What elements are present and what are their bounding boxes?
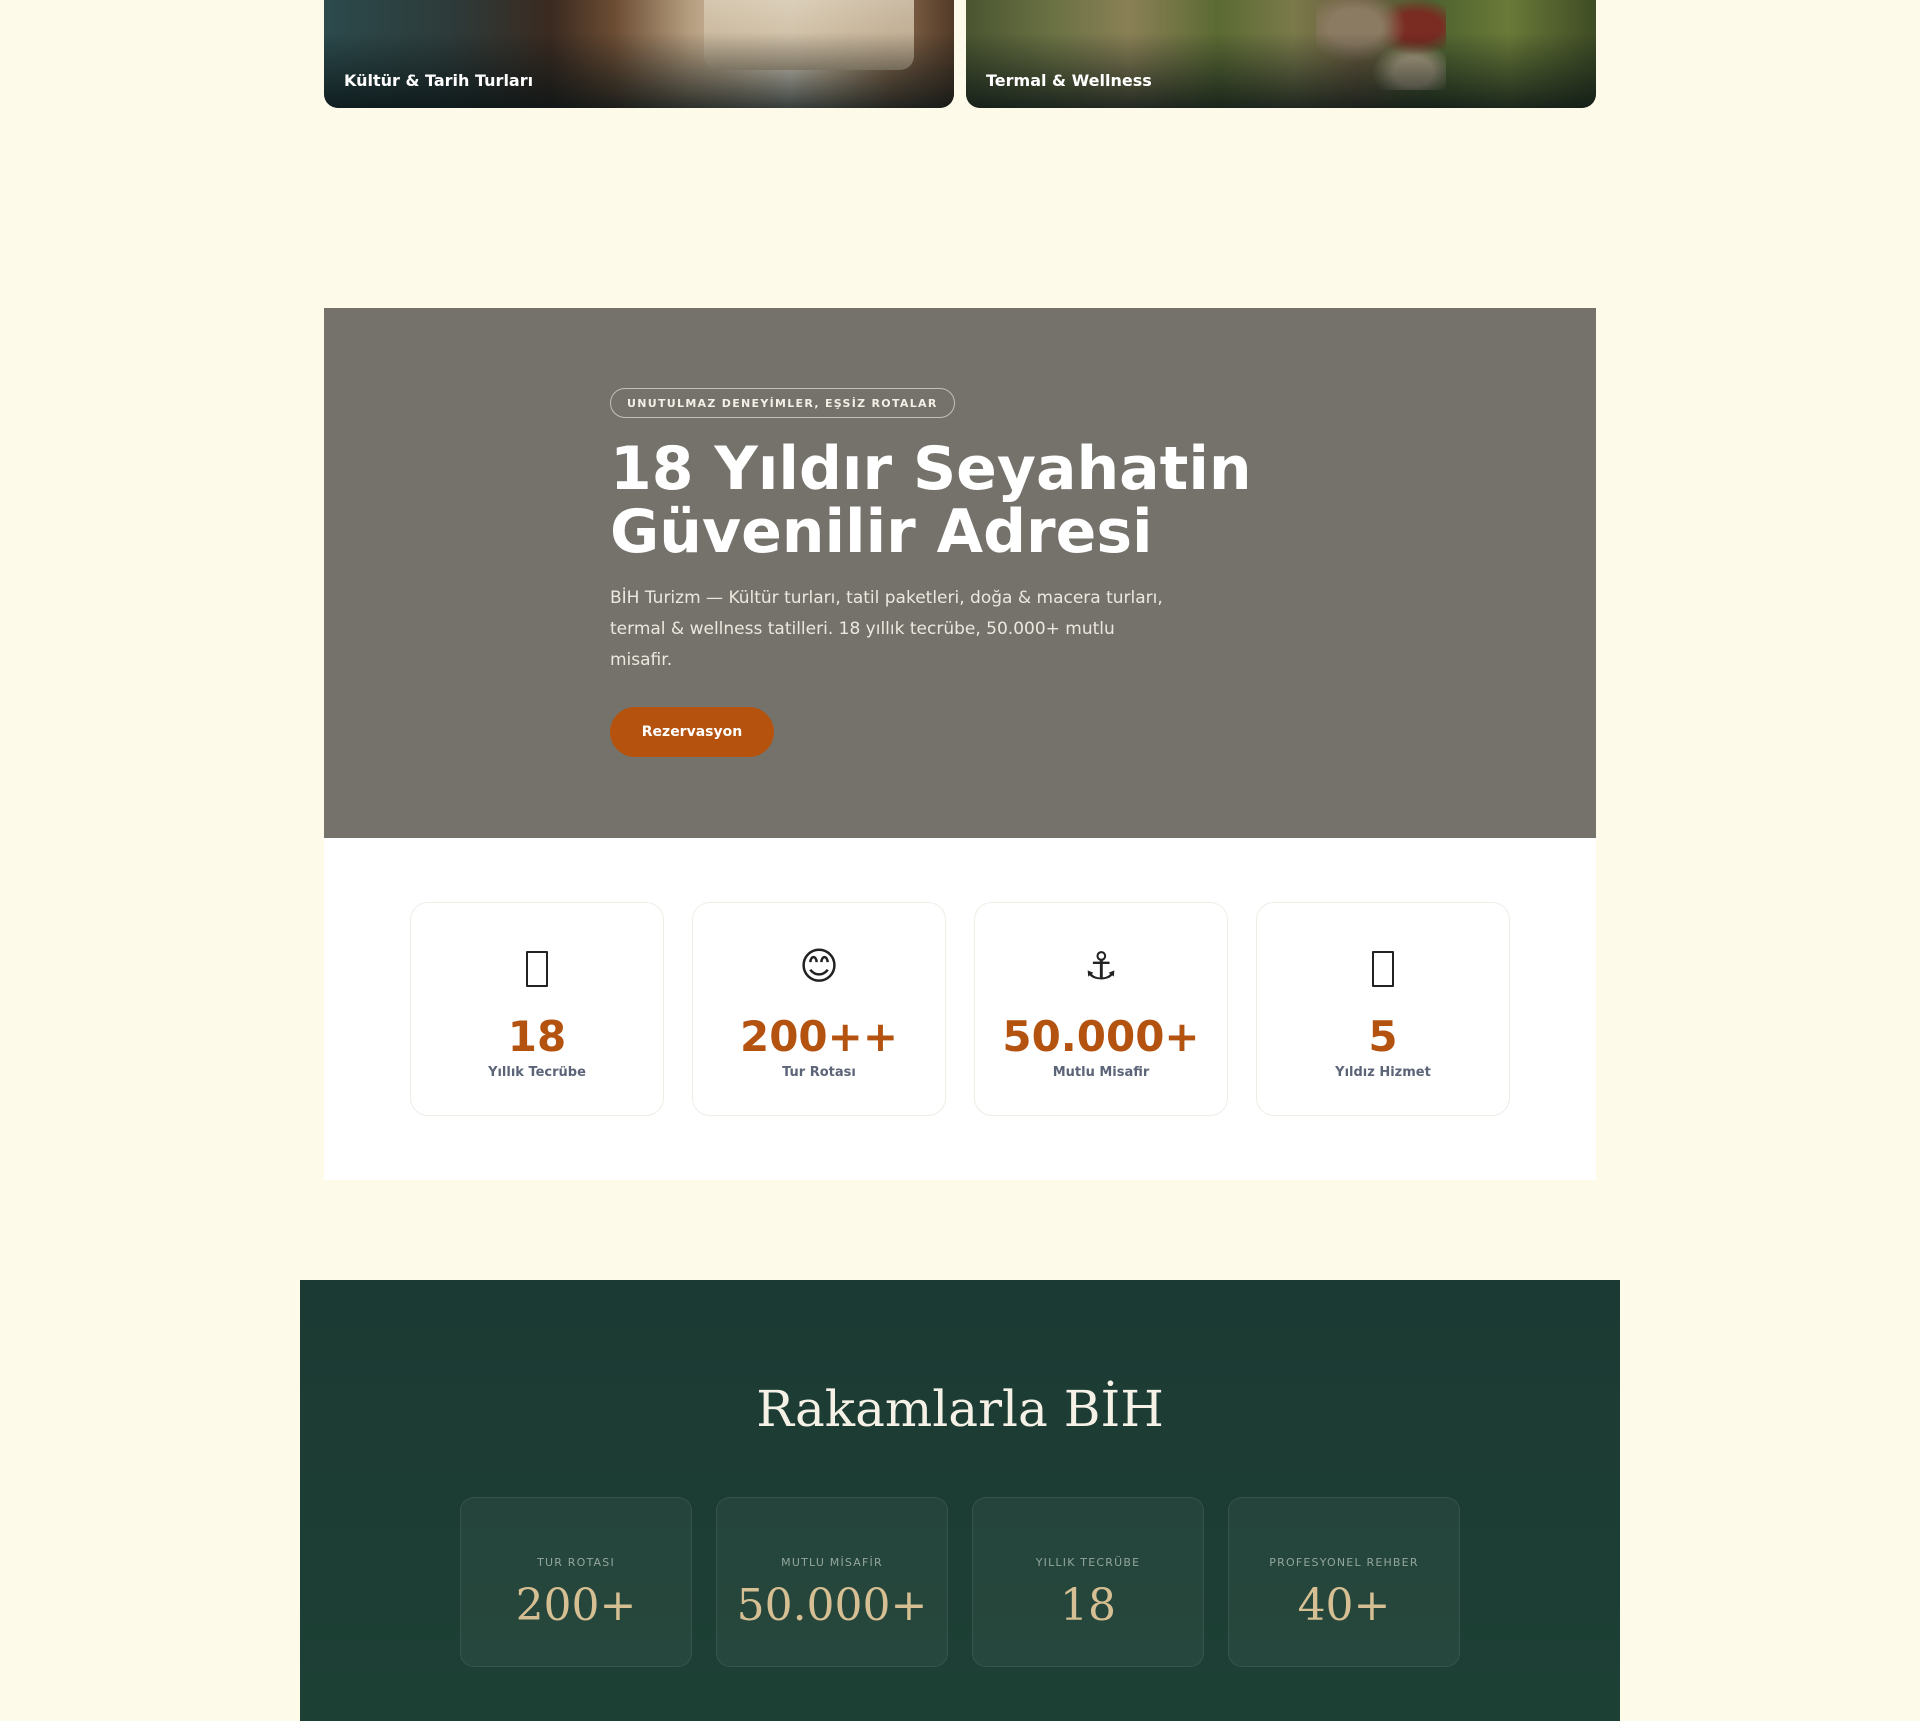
stats-section: 18 Yıllık Tecrübe 😊 200++ Tur Rotası ⚓ 5…	[324, 838, 1596, 1180]
numbers-value: 18	[1060, 1580, 1116, 1631]
category-card-culture[interactable]: Kültür & Tarih Turları	[324, 0, 954, 108]
hero-title-line1: 18 Yıldır Seyahatin	[610, 434, 1252, 504]
stat-value: 50.000+	[1002, 1012, 1200, 1061]
category-card-thermal[interactable]: Termal & Wellness	[966, 0, 1596, 108]
reservation-button[interactable]: Rezervasyon	[610, 707, 774, 757]
stat-label: Yıllık Tecrübe	[488, 1065, 586, 1080]
stat-label: Yıldız Hizmet	[1335, 1065, 1431, 1080]
missing-glyph-icon	[411, 943, 663, 989]
stat-label: Mutlu Misafir	[1052, 1065, 1150, 1080]
smiling-face-icon: 😊	[799, 944, 839, 988]
stat-card-guests: ⚓ 50.000+ Mutlu Misafir	[974, 902, 1228, 1116]
stat-value: 5	[1368, 1012, 1398, 1061]
anchor-icon: ⚓	[1083, 944, 1119, 988]
hero-title-line2: Güvenilir Adresi	[610, 497, 1153, 567]
numbers-value: 200+	[515, 1580, 637, 1631]
numbers-section: Rakamlarla BİH TUR ROTASI 200+ MUTLU MİS…	[300, 1280, 1620, 1721]
numbers-card-guides: PROFESYONEL REHBER 40+	[1228, 1497, 1460, 1667]
numbers-label: YILLIK TECRÜBE	[1035, 1556, 1141, 1569]
numbers-value: 50.000+	[736, 1580, 928, 1631]
stat-card-stars: 5 Yıldız Hizmet	[1256, 902, 1510, 1116]
numbers-label: PROFESYONEL REHBER	[1269, 1556, 1419, 1569]
stat-value: 18	[507, 1012, 567, 1061]
numbers-label: TUR ROTASI	[537, 1556, 615, 1569]
hero-section: UNUTULMAZ DENEYİMLER, EŞSİZ ROTALAR 18 Y…	[324, 308, 1596, 838]
category-card-label: Termal & Wellness	[986, 71, 1152, 90]
numbers-card-routes: TUR ROTASI 200+	[460, 1497, 692, 1667]
missing-glyph-icon	[1257, 943, 1509, 989]
hero-title: 18 Yıldır Seyahatin Güvenilir Adresi	[610, 438, 1370, 564]
stat-label: Tur Rotası	[782, 1065, 856, 1080]
numbers-card-experience: YILLIK TECRÜBE 18	[972, 1497, 1204, 1667]
hero-badge: UNUTULMAZ DENEYİMLER, EŞSİZ ROTALAR	[610, 388, 955, 418]
hero-description: BİH Turizm — Kültür turları, tatil paket…	[610, 588, 1163, 670]
stat-value: 200++	[739, 1012, 899, 1061]
stat-card-experience: 18 Yıllık Tecrübe	[410, 902, 664, 1116]
numbers-value: 40+	[1297, 1580, 1391, 1631]
numbers-card-guests: MUTLU MİSAFİR 50.000+	[716, 1497, 948, 1667]
numbers-label: MUTLU MİSAFİR	[781, 1556, 883, 1569]
category-card-label: Kültür & Tarih Turları	[344, 71, 534, 90]
stat-card-routes: 😊 200++ Tur Rotası	[692, 902, 946, 1116]
numbers-title: Rakamlarla BİH	[756, 1380, 1164, 1438]
